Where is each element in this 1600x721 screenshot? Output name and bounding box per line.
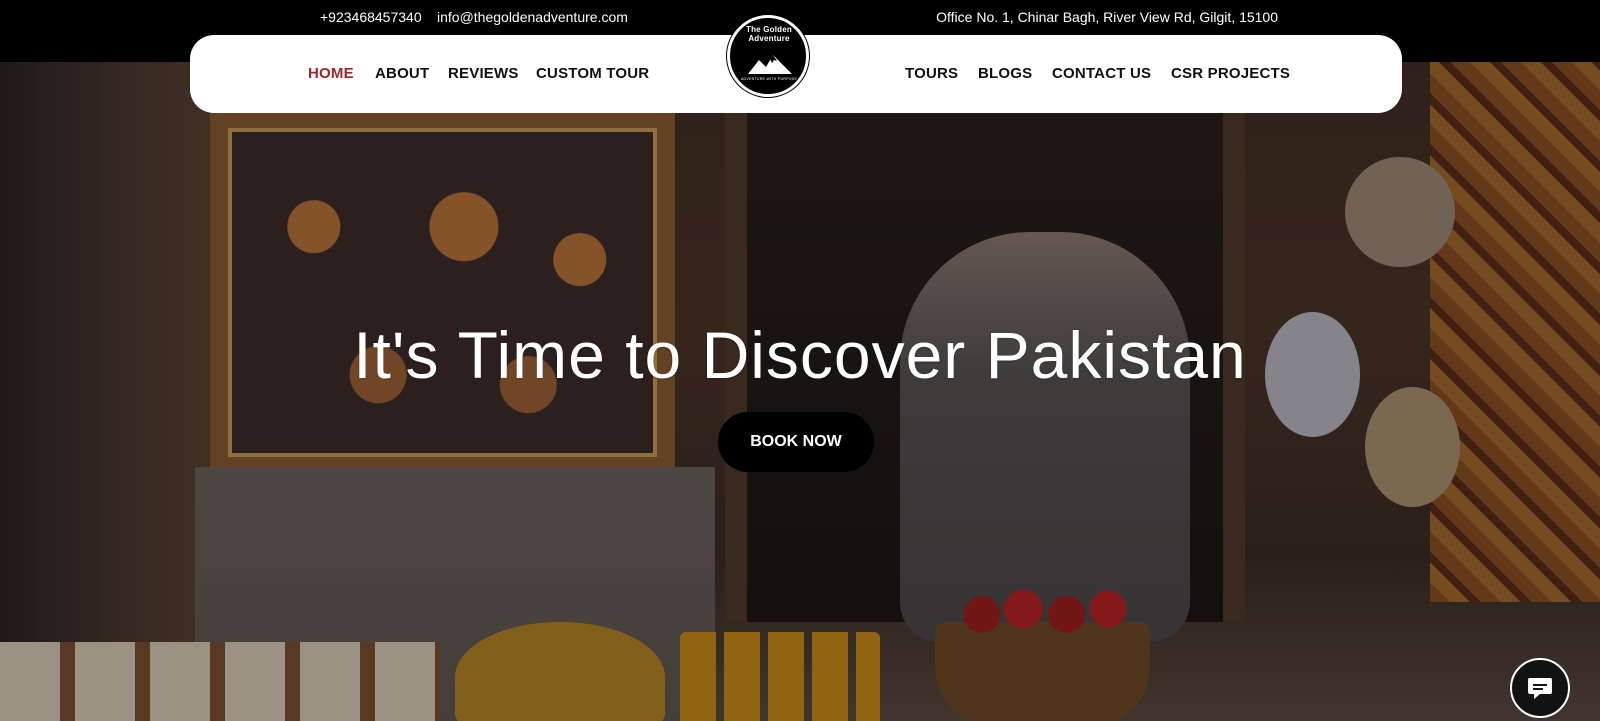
main-navigation: HOME ABOUT REVIEWS CUSTOM TOUR The Golde…: [190, 15, 1402, 113]
mountain-icon: [748, 55, 792, 74]
nav-tours[interactable]: TOURS: [905, 65, 958, 82]
email-address[interactable]: info@thegoldenadventure.com: [437, 9, 628, 25]
nav-custom-tour[interactable]: CUSTOM TOUR: [536, 65, 649, 82]
nav-csr-projects[interactable]: CSR PROJECTS: [1171, 65, 1290, 82]
chat-button[interactable]: [1510, 658, 1570, 718]
hero-heading: It's Time to Discover Pakistan: [353, 318, 1247, 392]
logo-tagline: ADVENTURE WITH PURPOSE: [740, 77, 798, 81]
logo-text: The Golden Adventure: [746, 25, 792, 43]
chat-icon: [1528, 678, 1552, 699]
book-now-button[interactable]: BOOK NOW: [718, 412, 874, 472]
nav-reviews[interactable]: REVIEWS: [448, 65, 519, 82]
nav-about[interactable]: ABOUT: [375, 65, 429, 82]
nav-blogs[interactable]: BLOGS: [978, 65, 1032, 82]
brand-logo[interactable]: The Golden Adventure ADVENTURE WITH PURP…: [727, 15, 809, 97]
office-address: Office No. 1, Chinar Bagh, River View Rd…: [936, 9, 1278, 25]
phone-number[interactable]: +923468457340: [320, 9, 422, 25]
nav-home[interactable]: HOME: [308, 65, 354, 82]
nav-contact-us[interactable]: CONTACT US: [1052, 65, 1151, 82]
